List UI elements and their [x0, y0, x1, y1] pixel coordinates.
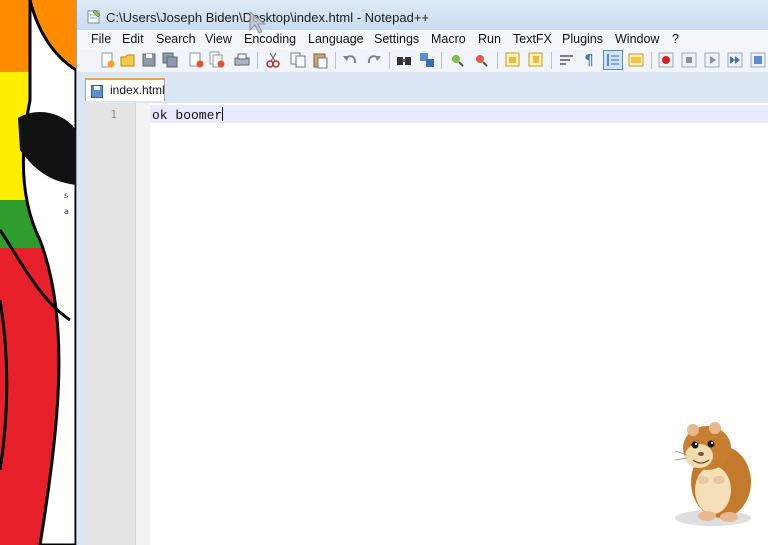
menu-language[interactable]: Language — [308, 32, 364, 46]
close-all-icon[interactable] — [208, 51, 226, 69]
show-all-characters-icon[interactable]: ¶ — [580, 51, 598, 69]
tab-index-html[interactable]: index.html — [85, 78, 165, 101]
menu-plugins[interactable]: Plugins — [562, 32, 603, 46]
print-icon[interactable] — [233, 51, 251, 69]
zoom-out-icon[interactable] — [472, 51, 490, 69]
undo-icon[interactable] — [341, 51, 359, 69]
find-icon[interactable] — [395, 51, 413, 69]
toolbar: ¶ — [77, 49, 768, 72]
document-tab-bar: index.html — [77, 72, 768, 101]
new-file-icon[interactable] — [98, 51, 116, 69]
svg-text:a: a — [64, 207, 69, 216]
cut-icon[interactable] — [264, 51, 282, 69]
menu-view[interactable]: View — [205, 32, 232, 46]
stop-macro-icon[interactable] — [680, 51, 698, 69]
menu-search[interactable]: Search — [156, 32, 196, 46]
menu-window[interactable]: Window — [615, 32, 659, 46]
word-wrap-icon[interactable] — [558, 51, 576, 69]
indent-guide-icon[interactable] — [603, 50, 623, 70]
notepad-app-icon — [87, 9, 101, 24]
tab-label: index.html — [110, 83, 165, 97]
open-file-icon[interactable] — [119, 51, 137, 69]
fold-margin[interactable] — [136, 103, 150, 545]
save-all-icon[interactable] — [161, 51, 179, 69]
sync-horizontal-icon[interactable] — [527, 51, 545, 69]
copy-icon[interactable] — [289, 51, 307, 69]
menu-bar: File Edit Search View Encoding Language … — [77, 30, 768, 49]
desktop-wallpaper: s a — [0, 0, 76, 545]
mouse-pointer-icon — [248, 10, 274, 36]
menu-edit[interactable]: Edit — [122, 32, 144, 46]
close-icon[interactable] — [187, 51, 205, 69]
menu-file[interactable]: File — [91, 32, 111, 46]
menu-textfx[interactable]: TextFX — [513, 32, 552, 46]
redo-icon[interactable] — [365, 51, 383, 69]
run-macro-multiple-icon[interactable] — [726, 51, 744, 69]
saved-file-icon — [91, 83, 103, 98]
zoom-in-icon[interactable] — [448, 51, 466, 69]
user-language-icon[interactable] — [627, 51, 645, 69]
wallpaper-art: s a — [0, 0, 76, 545]
playback-macro-icon[interactable] — [703, 51, 721, 69]
sync-vertical-icon[interactable] — [504, 51, 522, 69]
menu-run[interactable]: Run — [478, 32, 501, 46]
line-number: 1 — [110, 108, 117, 121]
menu-help[interactable]: ? — [672, 32, 679, 46]
svg-text:s: s — [64, 191, 68, 200]
code-line[interactable]: ok boomer — [152, 107, 224, 123]
text-caret — [222, 107, 224, 121]
save-icon[interactable] — [140, 51, 158, 69]
title-bar[interactable]: C:\Users\Joseph Biden\Desktop\index.html… — [77, 0, 768, 30]
replace-icon[interactable] — [418, 51, 436, 69]
menu-macro[interactable]: Macro — [431, 32, 466, 46]
code-text: ok boomer — [152, 108, 223, 123]
paste-icon[interactable] — [311, 51, 329, 69]
hamster-pet-image[interactable] — [663, 418, 763, 530]
line-number-gutter: 1 — [87, 103, 136, 545]
notepadpp-window: C:\Users\Joseph Biden\Desktop\index.html… — [76, 0, 768, 545]
current-line-highlight — [150, 105, 768, 123]
record-macro-icon[interactable] — [657, 51, 675, 69]
menu-settings[interactable]: Settings — [374, 32, 419, 46]
save-macro-icon[interactable] — [749, 51, 767, 69]
